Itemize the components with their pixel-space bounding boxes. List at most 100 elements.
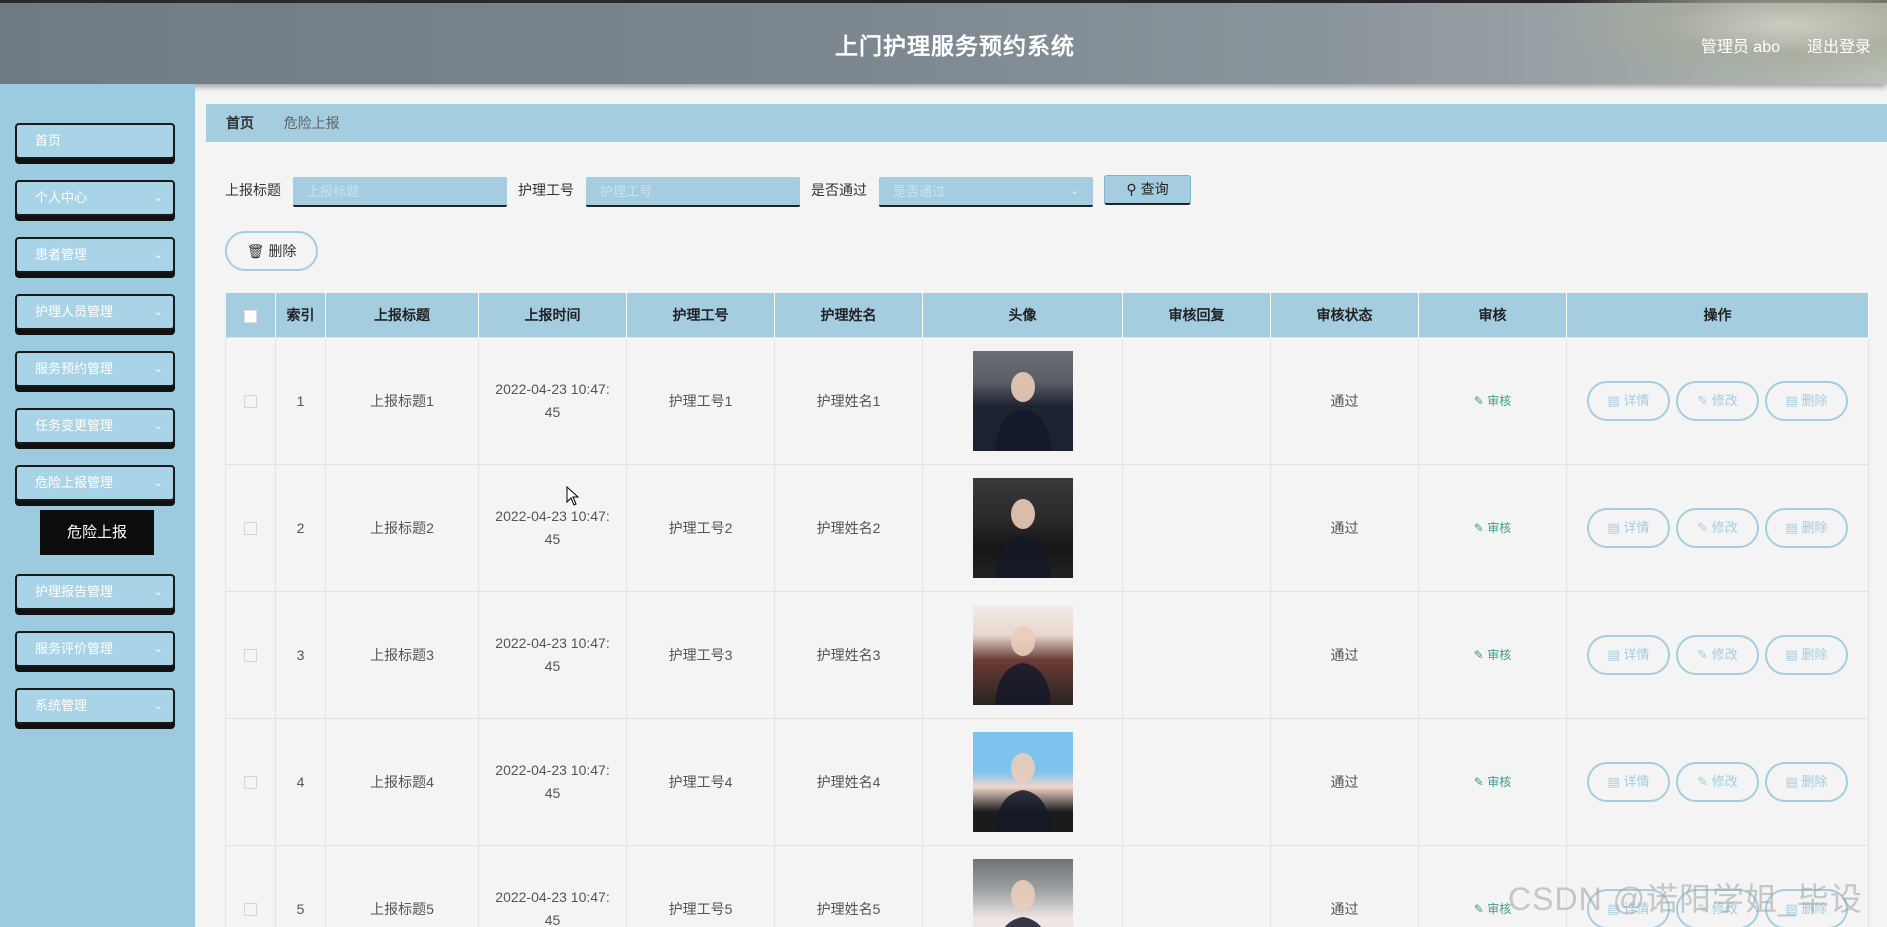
sidebar-item-appointments[interactable]: 服务预约管理 ⌄ bbox=[15, 351, 175, 387]
row-checkbox[interactable] bbox=[244, 522, 257, 536]
sidebar-item-home[interactable]: 首页 bbox=[15, 123, 175, 159]
row-select-cell[interactable] bbox=[225, 590, 276, 719]
chevron-down-icon: ⌄ bbox=[153, 363, 163, 375]
cell-audit: ✎ 审核 bbox=[1418, 717, 1567, 846]
logout-link[interactable]: 退出登录 bbox=[1807, 33, 1871, 57]
edit-label: 修改 bbox=[1711, 519, 1738, 535]
cell-nurse-number: 护理工号1 bbox=[626, 336, 775, 465]
sidebar-item-reviews[interactable]: 服务评价管理 ⌄ bbox=[15, 631, 175, 667]
search-passed-select[interactable] bbox=[879, 177, 1093, 207]
select-all-header[interactable] bbox=[225, 293, 276, 337]
edit-label: 修改 bbox=[1711, 773, 1738, 789]
edit-button[interactable]: ✎ 修改 bbox=[1676, 634, 1759, 675]
cell-time-seconds: 45 bbox=[544, 784, 561, 801]
cell-avatar bbox=[922, 336, 1123, 465]
edit-label: 修改 bbox=[1711, 646, 1738, 662]
sidebar-item-label: 首页 bbox=[35, 133, 62, 148]
sidebar-item-system[interactable]: 系统管理 ⌄ bbox=[15, 688, 175, 724]
edit-icon: ✎ bbox=[1473, 775, 1484, 789]
audit-link[interactable]: ✎ 审核 bbox=[1474, 394, 1511, 408]
cell-time-date: 2022-04-23 10:47: bbox=[495, 888, 610, 905]
cell-time: 2022-04-23 10:47: 45 bbox=[478, 590, 627, 719]
audit-label: 审核 bbox=[1487, 394, 1512, 408]
row-checkbox[interactable] bbox=[244, 903, 257, 917]
row-select-cell[interactable] bbox=[225, 463, 276, 592]
cell-time: 2022-04-23 10:47: 45 bbox=[478, 336, 627, 465]
cell-nurse-name: 护理姓名5 bbox=[774, 844, 923, 927]
table-row: 1 上报标题1 2022-04-23 10:47: 45 护理工号1 护理姓名1 … bbox=[225, 336, 1869, 465]
breadcrumb-current: 危险上报 bbox=[283, 115, 340, 131]
search-icon: ⚲ bbox=[1126, 181, 1137, 197]
avatar bbox=[972, 731, 1073, 832]
delete-button[interactable]: ▤ 删除 bbox=[1765, 507, 1848, 548]
edit-button[interactable]: ✎ 修改 bbox=[1676, 507, 1759, 548]
chevron-down-icon: ⌄ bbox=[153, 700, 163, 712]
row-select-cell[interactable] bbox=[225, 336, 276, 465]
chevron-down-icon: ⌄ bbox=[153, 306, 163, 318]
edit-button[interactable]: ✎ 修改 bbox=[1676, 380, 1759, 421]
mouse-cursor-icon bbox=[566, 486, 580, 506]
avatar bbox=[972, 604, 1073, 705]
delete-button[interactable]: ▤ 删除 bbox=[1765, 634, 1848, 675]
delete-button[interactable]: ▤ 删除 bbox=[1765, 761, 1848, 802]
top-header: 上门护理服务预约系统 管理员 abo 退出登录 bbox=[0, 0, 1887, 84]
audit-link[interactable]: ✎ 审核 bbox=[1474, 648, 1511, 662]
batch-delete-button[interactable]: 🗑︎ 删除 bbox=[225, 231, 318, 271]
cell-title: 上报标题4 bbox=[325, 717, 479, 846]
search-number-input[interactable] bbox=[586, 177, 800, 207]
sidebar-item-nurses[interactable]: 护理人员管理 ⌄ bbox=[15, 294, 175, 330]
avatar-portrait-icon bbox=[994, 498, 1051, 578]
table-header-row: 索引 上报标题 上报时间 护理工号 护理姓名 头像 审核回复 审核状态 审核 操… bbox=[225, 293, 1869, 337]
row-checkbox[interactable] bbox=[244, 395, 257, 409]
detail-button[interactable]: ▤ 详情 bbox=[1587, 634, 1670, 675]
cell-index: 2 bbox=[275, 463, 326, 592]
audit-link[interactable]: ✎ 审核 bbox=[1474, 521, 1511, 535]
document-icon: ▤ bbox=[1607, 392, 1620, 408]
sidebar-item-hazard-reports[interactable]: 危险上报管理 ⌄ bbox=[15, 465, 175, 501]
sidebar-item-patients[interactable]: 患者管理 ⌄ bbox=[15, 237, 175, 273]
edit-icon: ✎ bbox=[1473, 648, 1484, 662]
row-checkbox[interactable] bbox=[244, 776, 257, 790]
cell-title: 上报标题2 bbox=[325, 463, 479, 592]
cell-nurse-name: 护理姓名1 bbox=[774, 336, 923, 465]
sidebar-item-care-reports[interactable]: 护理报告管理 ⌄ bbox=[15, 574, 175, 610]
detail-label: 详情 bbox=[1623, 519, 1650, 535]
detail-label: 详情 bbox=[1623, 773, 1650, 789]
row-select-cell[interactable] bbox=[225, 717, 276, 846]
watermark: CSDN @诺阳学姐_毕设 bbox=[1508, 881, 1863, 917]
select-all-checkbox[interactable] bbox=[243, 309, 257, 323]
trash-icon: ▤ bbox=[1785, 773, 1798, 789]
sidebar-item-profile[interactable]: 个人中心 ⌄ bbox=[15, 180, 175, 216]
breadcrumb-home[interactable]: 首页 bbox=[226, 115, 254, 131]
cell-avatar bbox=[922, 717, 1123, 846]
document-icon: ▤ bbox=[1607, 519, 1620, 535]
row-select-cell[interactable] bbox=[225, 844, 276, 927]
table-row: 2 上报标题2 2022-04-23 10:47: 45 护理工号2 护理姓名2 … bbox=[225, 463, 1869, 592]
sidebar-item-task-changes[interactable]: 任务变更管理 ⌄ bbox=[15, 408, 175, 444]
column-header: 审核 bbox=[1418, 293, 1567, 337]
query-button[interactable]: ⚲ 查询 bbox=[1104, 175, 1191, 205]
trash-icon: ▤ bbox=[1785, 519, 1798, 535]
detail-button[interactable]: ▤ 详情 bbox=[1587, 507, 1670, 548]
detail-button[interactable]: ▤ 详情 bbox=[1587, 380, 1670, 421]
cell-status: 通过 bbox=[1270, 336, 1419, 465]
column-header: 护理工号 bbox=[626, 293, 775, 337]
column-header: 护理姓名 bbox=[774, 293, 923, 337]
edit-button[interactable]: ✎ 修改 bbox=[1676, 761, 1759, 802]
sidebar-subitem-hazard-report[interactable]: 危险上报 bbox=[40, 510, 154, 555]
search-title-input[interactable] bbox=[293, 177, 507, 207]
avatar-portrait-icon bbox=[994, 625, 1051, 705]
edit-icon: ✎ bbox=[1697, 519, 1709, 535]
row-checkbox[interactable] bbox=[244, 649, 257, 663]
delete-button[interactable]: ▤ 删除 bbox=[1765, 380, 1848, 421]
audit-link[interactable]: ✎ 审核 bbox=[1474, 775, 1511, 789]
edit-icon: ✎ bbox=[1473, 902, 1484, 916]
detail-button[interactable]: ▤ 详情 bbox=[1587, 761, 1670, 802]
avatar bbox=[972, 477, 1073, 578]
sidebar-item-label: 危险上报管理 bbox=[35, 475, 114, 490]
cell-nurse-number: 护理工号4 bbox=[626, 717, 775, 846]
audit-label: 审核 bbox=[1487, 521, 1512, 535]
current-user: 管理员 abo bbox=[1700, 39, 1780, 56]
hazard-report-table: 索引 上报标题 上报时间 护理工号 护理姓名 头像 审核回复 审核状态 审核 操… bbox=[225, 293, 1869, 927]
audit-link[interactable]: ✎ 审核 bbox=[1474, 902, 1511, 916]
